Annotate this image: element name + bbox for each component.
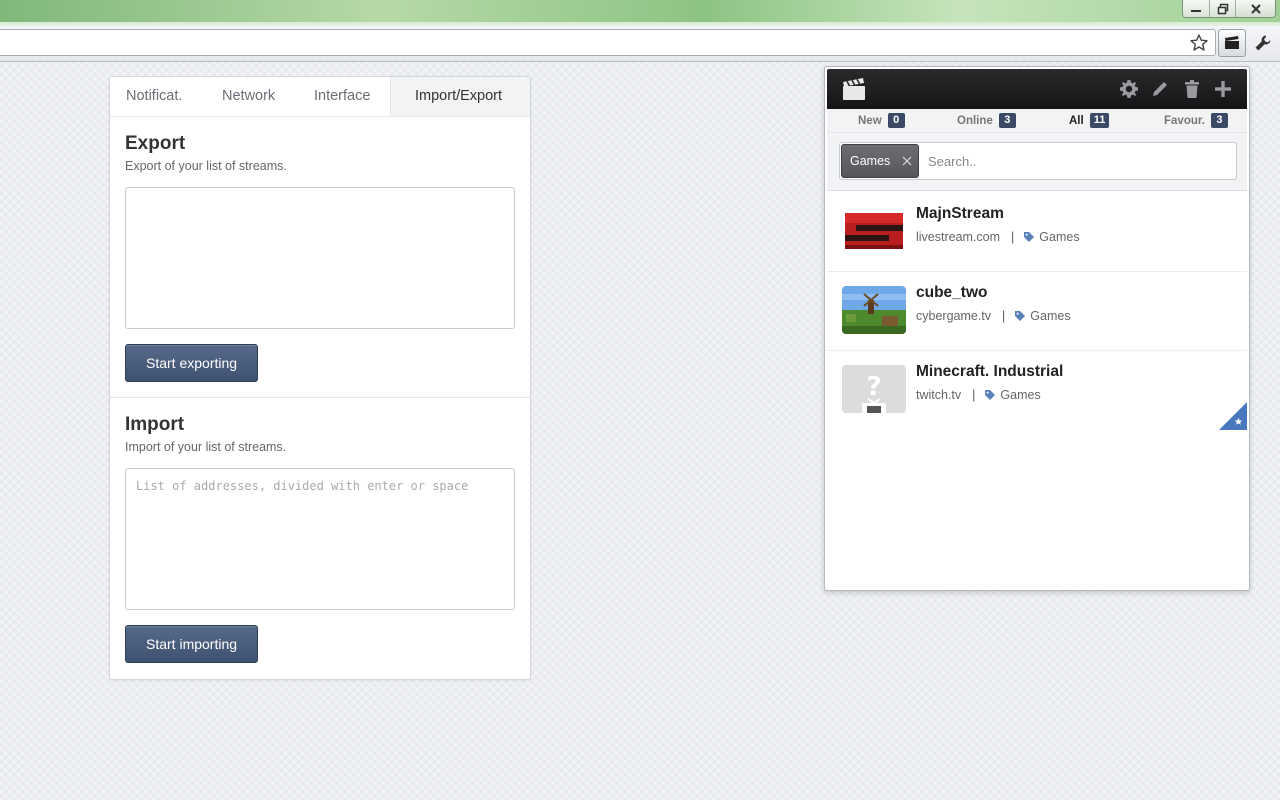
livestream-logo-icon: [842, 207, 906, 255]
restore-button[interactable]: [1209, 0, 1235, 17]
tag-icon: [1023, 231, 1035, 243]
counter-all-badge: 11: [1089, 113, 1110, 128]
tag-filter-label: Games: [850, 154, 891, 168]
import-title: Import: [125, 414, 185, 435]
filter-bar: Games: [827, 133, 1247, 191]
settings-panel: Notificat. Network Interface Import/Expo…: [109, 76, 531, 680]
stream-thumbnail: ?: [842, 365, 906, 413]
tag-icon: [1014, 310, 1026, 322]
meta-separator: |: [1011, 230, 1015, 244]
counter-online[interactable]: Online 3: [957, 112, 1016, 129]
stream-name: Minecraft. Industrial: [916, 363, 1064, 380]
export-section: Export Export of your list of streams. S…: [110, 117, 530, 382]
stream-tag[interactable]: Games: [1039, 230, 1079, 244]
browser-toolbar: [0, 26, 1280, 62]
stream-item[interactable]: cube_two cybergame.tv | Games: [827, 272, 1247, 351]
counter-favourites[interactable]: Favour. 3: [1164, 112, 1228, 129]
tag-filter-chip[interactable]: Games: [841, 144, 919, 178]
counter-favourites-label: Favour.: [1164, 114, 1205, 127]
stream-thumbnail: [842, 207, 906, 255]
stream-meta: twitch.tv | Games: [916, 388, 1041, 402]
stream-popup: New 0 Online 3 All 11 Favour. 3 Games Se…: [824, 66, 1250, 591]
remove-tag-icon[interactable]: [902, 156, 912, 166]
delete-icon[interactable]: [1182, 79, 1202, 99]
start-exporting-button[interactable]: Start exporting: [125, 344, 259, 382]
stream-source: twitch.tv: [916, 388, 962, 402]
stream-item[interactable]: ? Minecraft. Industrial twitch.tv | Game…: [827, 351, 1247, 430]
start-importing-button[interactable]: Start importing: [125, 625, 259, 663]
import-section: Import Import of your list of streams. S…: [110, 398, 530, 663]
meta-separator: |: [1002, 309, 1006, 323]
stream-counters: New 0 Online 3 All 11 Favour. 3: [827, 109, 1247, 133]
stream-name: MajnStream: [916, 205, 1004, 222]
minimize-button[interactable]: [1183, 0, 1209, 17]
wrench-icon: [1255, 35, 1271, 51]
tab-notifications[interactable]: Notificat.: [110, 77, 202, 116]
export-description: Export of your list of streams.: [125, 159, 287, 173]
tab-import-export[interactable]: Import/Export: [390, 77, 530, 116]
search-box: Games: [839, 142, 1237, 180]
counter-online-badge: 3: [998, 113, 1016, 128]
edit-icon[interactable]: [1150, 79, 1170, 99]
settings-tabs: Notificat. Network Interface Import/Expo…: [110, 77, 530, 117]
stream-item[interactable]: MajnStream livestream.com | Games: [827, 193, 1247, 272]
stream-extension-button[interactable]: [1218, 29, 1246, 57]
tab-network[interactable]: Network: [202, 77, 294, 116]
import-description: Import of your list of streams.: [125, 440, 287, 454]
counter-all[interactable]: All 11: [1069, 112, 1110, 129]
close-icon: [1250, 3, 1261, 14]
counter-all-label: All: [1069, 114, 1084, 127]
no-preview-icon: ?: [842, 365, 906, 413]
stream-source: livestream.com: [916, 230, 1001, 244]
export-textarea[interactable]: [125, 187, 515, 329]
star-icon[interactable]: [1189, 33, 1209, 53]
wrench-button[interactable]: [1250, 31, 1276, 55]
counter-new-label: New: [858, 114, 882, 127]
svg-text:?: ?: [866, 372, 881, 402]
add-icon[interactable]: [1213, 79, 1233, 99]
favourite-star-icon[interactable]: [1219, 402, 1247, 430]
stream-meta: livestream.com | Games: [916, 230, 1080, 244]
window-controls: [1182, 0, 1276, 18]
settings-icon[interactable]: [1119, 79, 1139, 99]
minimize-icon: [1191, 9, 1201, 12]
counter-new-badge: 0: [887, 113, 905, 128]
clapperboard-icon: [1225, 36, 1239, 49]
restore-icon: [1217, 3, 1228, 14]
window-titlebar: [0, 0, 1280, 26]
popup-header: [827, 69, 1247, 109]
export-title: Export: [125, 133, 186, 154]
counter-new[interactable]: New 0: [858, 112, 905, 129]
counter-favourites-badge: 3: [1210, 113, 1228, 128]
stream-tag[interactable]: Games: [1030, 309, 1070, 323]
search-input[interactable]: [928, 151, 1228, 171]
import-textarea[interactable]: [125, 468, 515, 610]
minecraft-thumbnail-icon: [842, 286, 906, 334]
tag-icon: [984, 389, 996, 401]
stream-tag[interactable]: Games: [1000, 388, 1040, 402]
stream-thumbnail: [842, 286, 906, 334]
clapperboard-logo-icon: [843, 78, 865, 100]
stream-source: cybergame.tv: [916, 309, 992, 323]
stream-meta: cybergame.tv | Games: [916, 309, 1071, 323]
close-window-button[interactable]: [1235, 0, 1275, 17]
meta-separator: |: [972, 388, 976, 402]
counter-online-label: Online: [957, 114, 993, 127]
tab-interface[interactable]: Interface: [294, 77, 390, 116]
stream-name: cube_two: [916, 284, 988, 301]
address-bar[interactable]: [0, 29, 1216, 56]
